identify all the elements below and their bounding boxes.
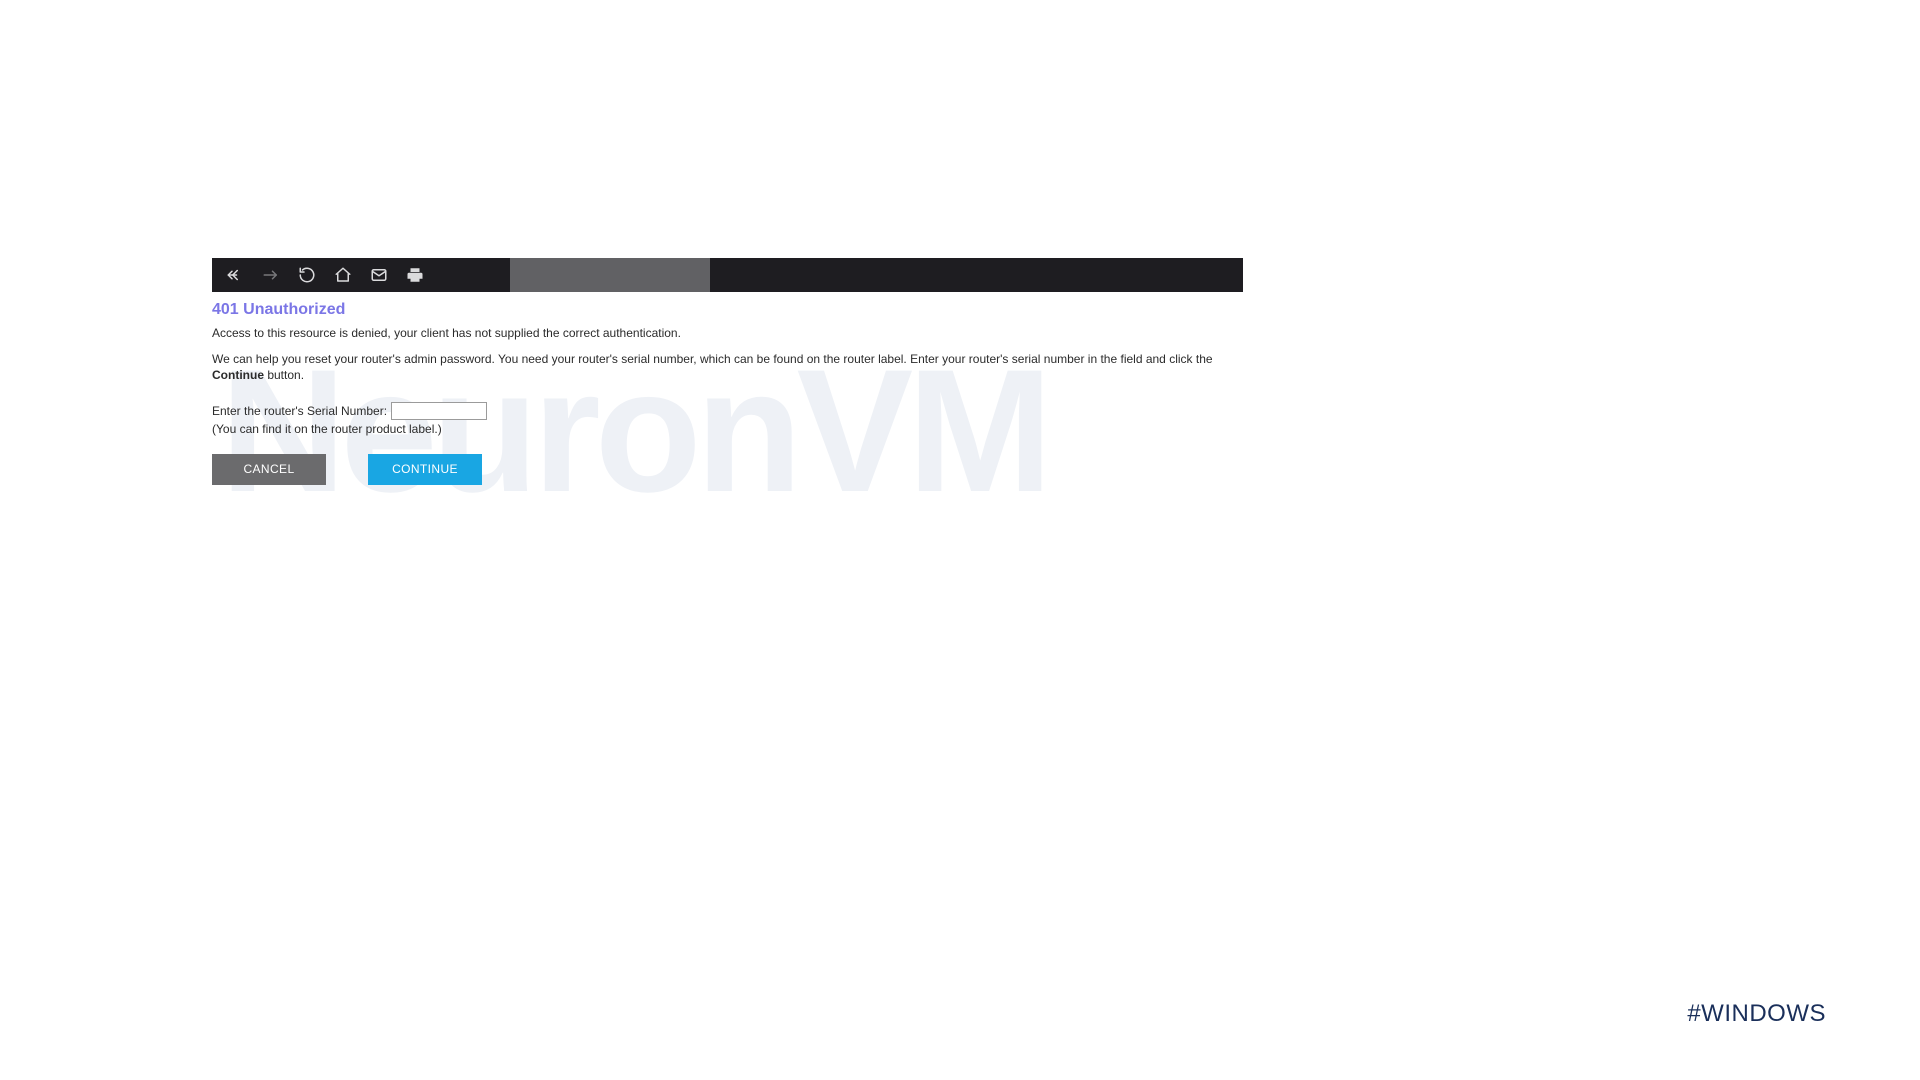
page-body: NeuronVM 401 Unauthorized Access to this… — [212, 292, 1243, 572]
serial-row: Enter the router's Serial Number: — [212, 402, 1243, 420]
cancel-button[interactable]: CANCEL — [212, 454, 326, 485]
address-bar[interactable] — [510, 258, 710, 292]
footer-hashtag-text: #WINDOWS — [1687, 1000, 1826, 1027]
serial-number-input[interactable] — [391, 402, 487, 420]
help-text: We can help you reset your router's admi… — [212, 351, 1243, 383]
browser-window: NeuronVM 401 Unauthorized Access to this… — [212, 258, 1243, 572]
button-row: CANCEL CONTINUE — [212, 454, 1243, 485]
serial-hint: (You can find it on the router product l… — [212, 422, 1243, 436]
forward-icon[interactable] — [262, 266, 280, 284]
serial-label: Enter the router's Serial Number: — [212, 404, 387, 418]
access-denied-text: Access to this resource is denied, your … — [212, 325, 1243, 341]
reload-icon[interactable] — [298, 266, 316, 284]
page-title: 401 Unauthorized — [212, 301, 1243, 319]
print-icon[interactable] — [406, 266, 424, 284]
help-text-bold: Continue — [212, 368, 264, 382]
toolbar-left-group — [212, 258, 510, 292]
help-text-prefix: We can help you reset your router's admi… — [212, 352, 1213, 366]
help-text-suffix: button. — [264, 368, 304, 382]
footer-hashtag: #WINDOWS — [1687, 1000, 1828, 1028]
home-icon[interactable] — [334, 266, 352, 284]
browser-toolbar — [212, 258, 1243, 292]
continue-button[interactable]: CONTINUE — [368, 454, 482, 485]
mail-icon[interactable] — [370, 266, 388, 284]
back-icon[interactable] — [226, 266, 244, 284]
